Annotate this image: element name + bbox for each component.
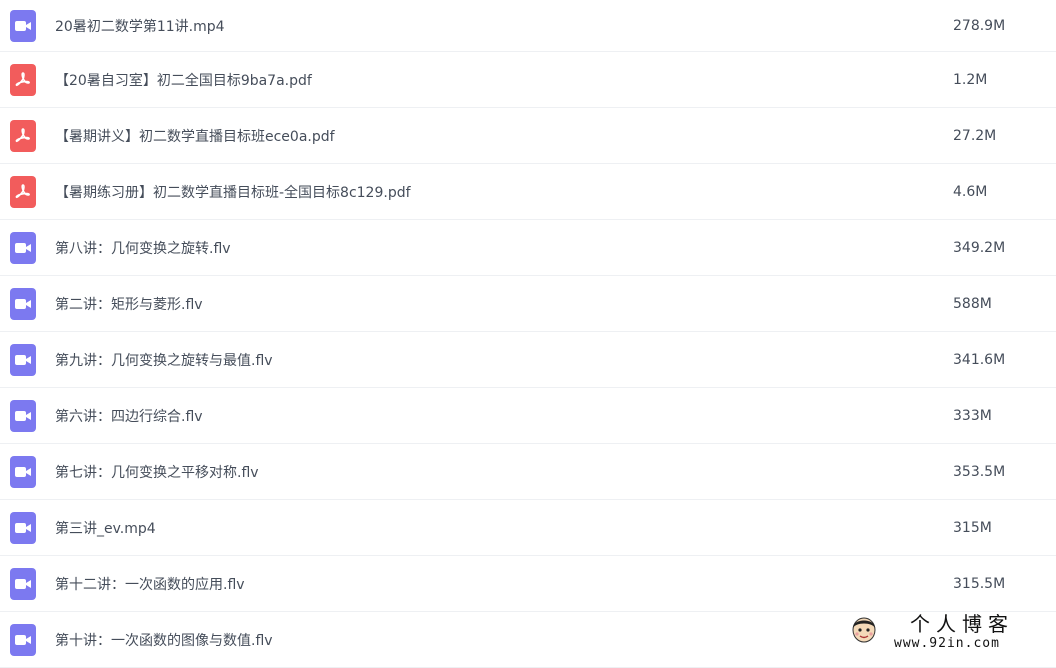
file-size: 588M — [953, 296, 992, 312]
watermark: 个人博客 www.92in.com — [850, 608, 1040, 656]
file-name: 第七讲：几何变换之平移对称.flv — [55, 462, 259, 482]
file-name: 第九讲：几何变换之旋转与最值.flv — [55, 350, 273, 370]
pdf-icon — [10, 120, 36, 152]
file-size: 1.2M — [953, 72, 987, 88]
file-size: 4.6M — [953, 184, 987, 200]
file-row[interactable]: 第九讲：几何变换之旋转与最值.flv 341.6M — [0, 332, 1056, 388]
file-size: 353.5M — [953, 464, 1005, 480]
file-row[interactable]: 第六讲：四边行综合.flv 333M — [0, 388, 1056, 444]
file-size: 315M — [953, 520, 992, 536]
pdf-icon — [10, 176, 36, 208]
video-icon — [10, 232, 36, 264]
video-icon — [10, 400, 36, 432]
file-name: 第十二讲：一次函数的应用.flv — [55, 574, 245, 594]
file-row[interactable]: 【20暑自习室】初二全国目标9ba7a.pdf 1.2M — [0, 52, 1056, 108]
file-row[interactable]: 第八讲：几何变换之旋转.flv 349.2M — [0, 220, 1056, 276]
file-name: 第八讲：几何变换之旋转.flv — [55, 238, 231, 258]
video-icon — [10, 456, 36, 488]
file-name: 20暑初二数学第11讲.mp4 — [55, 16, 225, 36]
file-name: 第三讲_ev.mp4 — [55, 518, 156, 538]
file-size: 333M — [953, 408, 992, 424]
video-icon — [10, 288, 36, 320]
video-icon — [10, 344, 36, 376]
file-name: 【20暑自习室】初二全国目标9ba7a.pdf — [55, 70, 312, 90]
watermark-title: 个人博客 — [910, 608, 1014, 637]
file-name: 【暑期练习册】初二数学直播目标班-全国目标8c129.pdf — [55, 182, 411, 202]
cartoon-face-icon — [850, 614, 878, 644]
video-icon — [10, 512, 36, 544]
file-size: 341.6M — [953, 352, 1005, 368]
file-name: 第十讲：一次函数的图像与数值.flv — [55, 630, 273, 650]
video-icon — [10, 568, 36, 600]
file-name: 第六讲：四边行综合.flv — [55, 406, 203, 426]
file-row[interactable]: 第七讲：几何变换之平移对称.flv 353.5M — [0, 444, 1056, 500]
file-size: 278.9M — [953, 18, 1005, 34]
file-row[interactable]: 第二讲：矩形与菱形.flv 588M — [0, 276, 1056, 332]
watermark-url: www.92in.com — [894, 636, 1000, 651]
pdf-icon — [10, 64, 36, 96]
file-name: 第二讲：矩形与菱形.flv — [55, 294, 203, 314]
video-icon — [10, 10, 36, 42]
file-size: 315.5M — [953, 576, 1005, 592]
file-row[interactable]: 第三讲_ev.mp4 315M — [0, 500, 1056, 556]
file-size: 349.2M — [953, 240, 1005, 256]
file-row[interactable]: 【暑期练习册】初二数学直播目标班-全国目标8c129.pdf 4.6M — [0, 164, 1056, 220]
file-row[interactable]: 【暑期讲义】初二数学直播目标班ece0a.pdf 27.2M — [0, 108, 1056, 164]
video-icon — [10, 624, 36, 656]
file-name: 【暑期讲义】初二数学直播目标班ece0a.pdf — [55, 126, 335, 146]
file-size: 27.2M — [953, 128, 996, 144]
file-row[interactable]: 20暑初二数学第11讲.mp4 278.9M — [0, 0, 1056, 52]
file-list: 20暑初二数学第11讲.mp4 278.9M 【20暑自习室】初二全国目标9ba… — [0, 0, 1056, 668]
file-row[interactable]: 第十二讲：一次函数的应用.flv 315.5M — [0, 556, 1056, 612]
